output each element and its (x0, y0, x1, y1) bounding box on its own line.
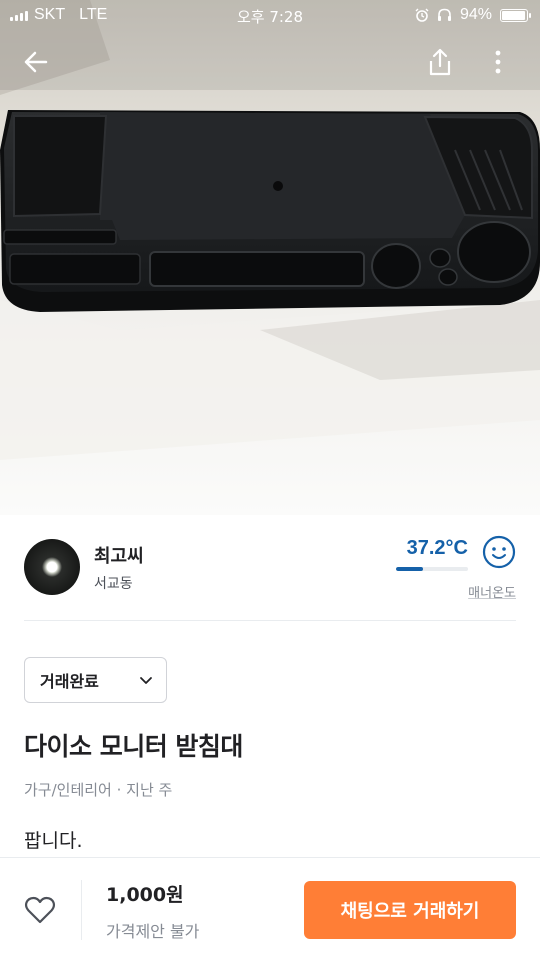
share-icon (429, 48, 451, 76)
back-button[interactable] (18, 44, 54, 80)
seller-location: 서교동 (94, 576, 133, 592)
arrow-left-icon (24, 51, 48, 73)
chevron-down-icon (140, 677, 152, 684)
manner-temperature-fill (396, 567, 423, 571)
product-photo[interactable] (0, 0, 540, 515)
monitor-stand-image (0, 0, 540, 515)
seller-nickname[interactable]: 최고씨 (94, 542, 144, 568)
trade-status-value: 거래완료 (40, 672, 99, 691)
item-price: 1,000원 (106, 884, 184, 906)
battery-icon (500, 8, 531, 22)
price-offer-note: 가격제안 불가 (106, 922, 200, 941)
more-button[interactable] (480, 44, 516, 80)
item-meta[interactable]: 가구/인테리어 · 지난 주 (24, 779, 172, 800)
avatar[interactable] (24, 539, 80, 595)
headphones-icon (437, 8, 451, 21)
manner-temperature-label[interactable]: 매너온도 (468, 582, 516, 601)
alarm-icon (415, 8, 429, 22)
profile-divider (24, 620, 516, 621)
smiley-face-icon (482, 535, 516, 569)
share-button[interactable] (422, 44, 458, 80)
more-vertical-icon (495, 50, 501, 74)
seller-profile[interactable]: 최고씨 서교동 37.2°C 매너온도 (24, 535, 516, 605)
manner-temperature-value: 37.2°C (406, 537, 468, 559)
trade-status-dropdown[interactable]: 거래완료 (24, 657, 167, 703)
item-title: 다이소 모니터 받침대 (24, 732, 243, 761)
bottom-action-bar: 1,000원 가격제안 불가 채팅으로 거래하기 (0, 857, 540, 961)
item-description: 팝니다. (24, 830, 83, 852)
chat-trade-button[interactable]: 채팅으로 거래하기 (304, 881, 516, 939)
like-button[interactable] (22, 892, 58, 928)
bottom-divider (81, 880, 82, 940)
battery-percent: 94% (459, 6, 492, 23)
status-icons: 94% (415, 6, 531, 24)
status-bar: SKT LTE 오후 7:28 94% (0, 0, 540, 32)
manner-temperature-bar (396, 567, 468, 571)
heart-outline-icon (24, 896, 56, 924)
battery-level (502, 10, 525, 20)
